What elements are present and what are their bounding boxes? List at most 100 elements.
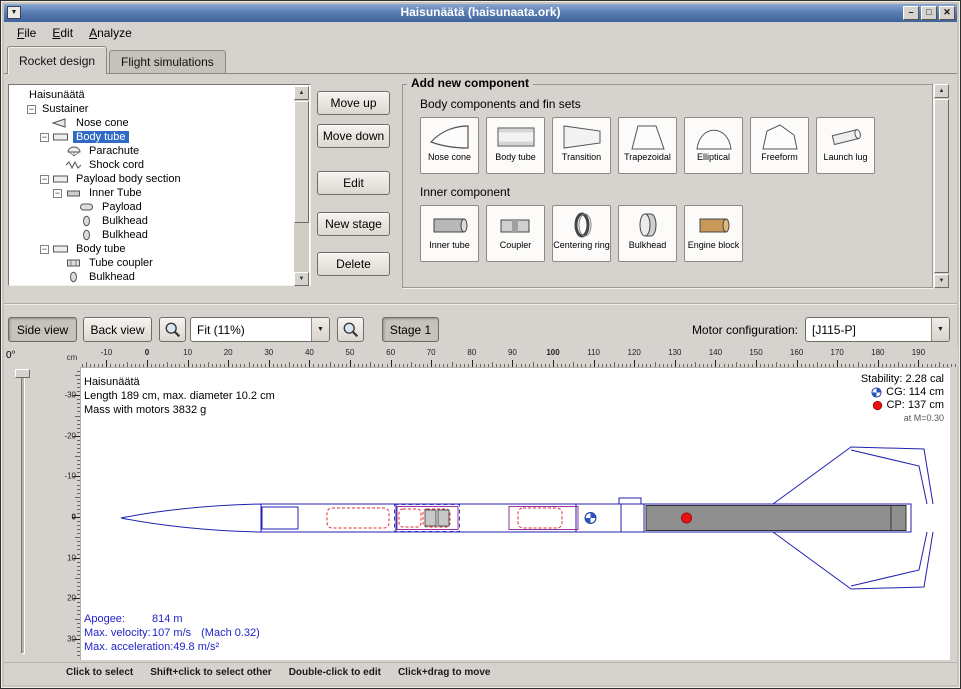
tree-item-inner-tube[interactable]: −Inner Tube — [14, 186, 294, 200]
tree-indent — [14, 95, 26, 96]
back-view-button[interactable]: Back view — [83, 317, 152, 342]
component-tree[interactable]: Haisunäätä−SustainerNose cone−Body tubeP… — [10, 86, 294, 284]
nosecone-icon — [428, 121, 472, 152]
bodytube-icon — [52, 173, 70, 185]
tree-indent — [14, 179, 40, 180]
tree-item-sustainer[interactable]: −Sustainer — [14, 102, 294, 116]
menu-analyze[interactable]: Analyze — [81, 24, 140, 42]
tree-item-body-tube[interactable]: −Body tube — [14, 242, 294, 256]
bulkhead-icon — [626, 209, 670, 240]
zoom-out-button[interactable] — [159, 317, 186, 342]
chevron-down-icon[interactable]: ▼ — [931, 318, 949, 341]
tree-expander-icon[interactable]: − — [40, 245, 49, 254]
tree-item-parachute[interactable]: Parachute — [14, 144, 294, 158]
add-panel-scrollbar[interactable]: ▲ ▼ — [934, 84, 949, 288]
edit-button[interactable]: Edit — [317, 171, 390, 195]
window-title: Haisunäätä (haisunaata.ork) — [4, 5, 957, 19]
bulkhead-shape[interactable] — [425, 510, 436, 526]
scroll-down-icon[interactable]: ▼ — [294, 272, 309, 286]
rotation-slider-track[interactable] — [21, 371, 25, 654]
add-launch-lug-button[interactable]: Launch lug — [816, 117, 875, 174]
tree-item-tube-coupler[interactable]: Tube coupler — [14, 256, 294, 270]
zoom-in-button[interactable] — [337, 317, 364, 342]
add-inner-tube-button[interactable]: Inner tube — [420, 205, 479, 262]
ruler-tick — [309, 360, 310, 367]
add-body-tube-button[interactable]: Body tube — [486, 117, 545, 174]
fin-top-shape[interactable] — [773, 447, 933, 504]
menu-file[interactable]: File — [9, 24, 44, 42]
tree-expander-icon[interactable]: − — [40, 175, 49, 184]
tree-item-payload[interactable]: Payload — [14, 200, 294, 214]
rocket-canvas[interactable]: Haisunäätä Length 189 cm, max. diameter … — [80, 367, 950, 660]
tree-item-shock-cord[interactable]: Shock cord — [14, 158, 294, 172]
scroll-down-icon[interactable]: ▼ — [934, 274, 949, 288]
motor-configuration-select[interactable]: [J115-P] ▼ — [805, 317, 950, 342]
tree-indent — [14, 109, 27, 110]
tree-item-payload-body-section[interactable]: −Payload body section — [14, 172, 294, 186]
tree-scrollbar[interactable]: ▲ ▼ — [294, 86, 309, 286]
ruler-label: 180 — [871, 348, 884, 357]
scroll-up-icon[interactable]: ▲ — [934, 84, 949, 98]
add-centering-ring-button[interactable]: Centering ring — [552, 205, 611, 262]
engineblock-icon — [692, 209, 736, 240]
add-freeform-button[interactable]: Freeform — [750, 117, 809, 174]
tree-expander-icon[interactable]: − — [53, 189, 62, 198]
delete-button[interactable]: Delete — [317, 252, 390, 276]
bulkhead-shape[interactable] — [438, 510, 449, 526]
add-engine-block-button[interactable]: Engine block — [684, 205, 743, 262]
add-trapezoidal-button[interactable]: Trapezoidal — [618, 117, 677, 174]
tab-flight-simulations[interactable]: Flight simulations — [109, 50, 226, 73]
ruler-label: 40 — [305, 348, 314, 357]
component-button-row: Inner tubeCouplerCentering ringBulkheadE… — [420, 205, 933, 262]
tree-item-bulkhead[interactable]: Bulkhead — [14, 214, 294, 228]
close-button[interactable]: ✕ — [939, 6, 955, 20]
titlebar[interactable]: ▼ Haisunäätä (haisunaata.ork) – □ ✕ — [4, 4, 957, 22]
vertical-ruler: -30-20-100102030 — [64, 367, 80, 660]
pane-divider[interactable] — [4, 303, 957, 305]
tree-expander-icon[interactable]: − — [27, 105, 36, 114]
tree-indent — [14, 137, 40, 138]
tree-item-bulkhead[interactable]: Bulkhead — [14, 270, 294, 284]
scroll-up-icon[interactable]: ▲ — [294, 86, 309, 100]
tab-rocket-design[interactable]: Rocket design — [7, 46, 107, 74]
maximize-button[interactable]: □ — [921, 6, 937, 20]
tree-scrollbar-thumb[interactable] — [294, 101, 309, 223]
minimize-button[interactable]: – — [903, 6, 919, 20]
chevron-down-icon[interactable]: ▼ — [311, 318, 329, 341]
new-stage-button[interactable]: New stage — [317, 212, 390, 236]
move-up-button[interactable]: Move up — [317, 91, 390, 115]
rocket-name: Haisunäätä — [84, 375, 275, 389]
launch-lug-shape[interactable] — [619, 498, 641, 504]
tree-expander-icon[interactable]: − — [40, 133, 49, 142]
stage-1-toggle[interactable]: Stage 1 — [382, 317, 439, 342]
tree-item-nose-cone[interactable]: Nose cone — [14, 116, 294, 130]
tree-item-bulkhead[interactable]: Bulkhead — [14, 228, 294, 242]
add-nose-cone-button[interactable]: Nose cone — [420, 117, 479, 174]
add-transition-button[interactable]: Transition — [552, 117, 611, 174]
rotation-slider-handle[interactable] — [15, 369, 30, 378]
ruler-label: 60 — [386, 348, 395, 357]
bulkhead-icon — [78, 229, 96, 241]
ruler-label: 10 — [183, 348, 192, 357]
view-toolbar: Side view Back view Fit (11%) ▼ Stage 1 … — [0, 313, 961, 346]
add-bulkhead-button[interactable]: Bulkhead — [618, 205, 677, 262]
ruler-tick — [472, 360, 473, 367]
add-coupler-button[interactable]: Coupler — [486, 205, 545, 262]
ruler-tick — [106, 360, 107, 367]
tree-indent — [14, 263, 53, 264]
menu-edit[interactable]: Edit — [44, 24, 81, 42]
design-info: Haisunäätä Length 189 cm, max. diameter … — [84, 375, 275, 417]
freeform-icon — [758, 121, 802, 152]
fin-bottom-shape[interactable] — [773, 532, 933, 589]
tree-item-body-tube[interactable]: −Body tube — [14, 130, 294, 144]
side-view-button[interactable]: Side view — [8, 317, 77, 342]
tree-item-haisunäätä[interactable]: Haisunäätä — [14, 88, 294, 102]
ruler-label: 80 — [467, 348, 476, 357]
tree-indent — [66, 207, 78, 208]
add-elliptical-button[interactable]: Elliptical — [684, 117, 743, 174]
tree-indent — [66, 235, 78, 236]
move-down-button[interactable]: Move down — [317, 124, 390, 148]
add-panel-scrollbar-thumb[interactable] — [934, 99, 949, 273]
mach-condition: at M=0.30 — [904, 412, 944, 425]
zoom-level-select[interactable]: Fit (11%) ▼ — [190, 317, 330, 342]
